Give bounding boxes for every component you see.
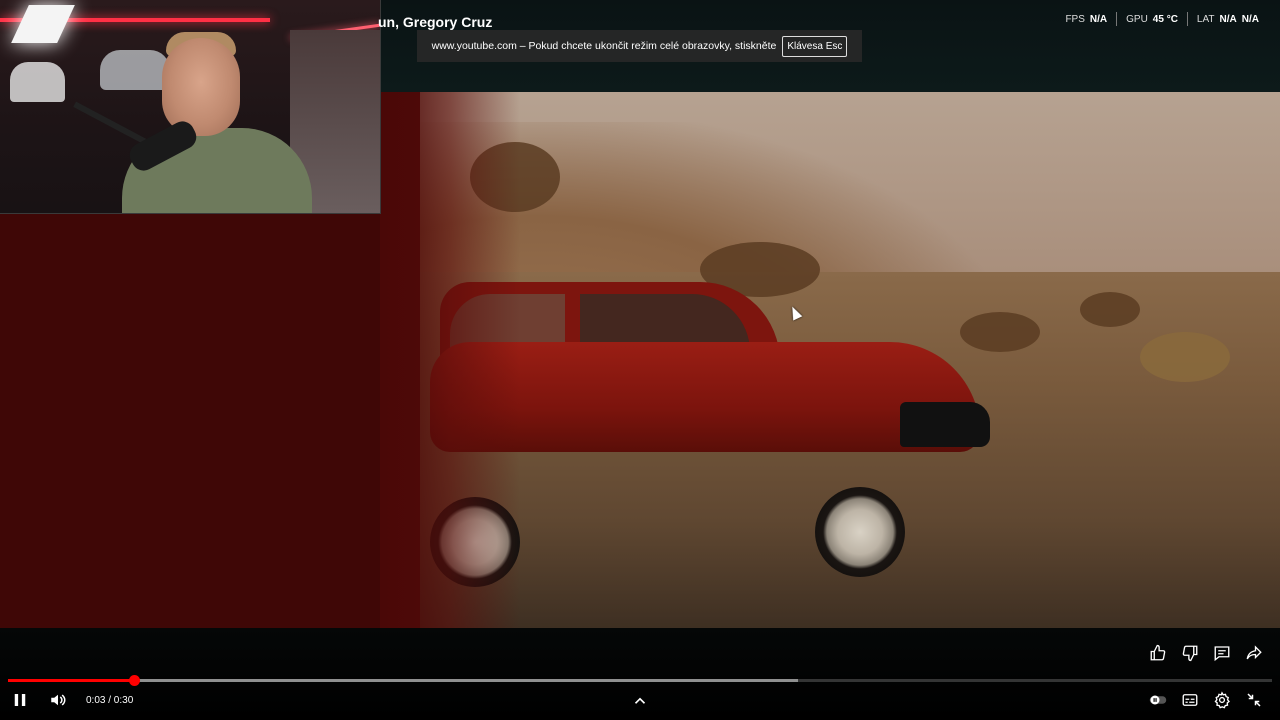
fullscreen-message: www.youtube.com – Pokud chcete ukončit r… xyxy=(431,40,777,52)
scene-bush xyxy=(1080,292,1140,327)
esc-key-hint: Klávesa Esc xyxy=(782,35,848,57)
engagement-actions xyxy=(1148,643,1264,663)
dislike-icon[interactable] xyxy=(1180,643,1200,663)
pause-icon[interactable] xyxy=(10,690,30,710)
exit-fullscreen-icon[interactable] xyxy=(1244,690,1264,710)
video-player[interactable]: un, Gregory Cruz FPS N/A GPU 45 °C LAT N… xyxy=(0,0,1280,720)
fps-stat: FPS N/A xyxy=(1056,14,1116,25)
chevron-up-icon[interactable] xyxy=(630,692,650,710)
volume-icon[interactable] xyxy=(48,690,68,710)
fps-label: FPS xyxy=(1065,13,1085,25)
webcam-overlay xyxy=(0,0,381,214)
like-icon[interactable] xyxy=(1148,643,1168,663)
lat-label: LAT xyxy=(1196,13,1215,25)
gpu-stat: GPU 45 °C xyxy=(1117,14,1187,25)
progress-bar[interactable] xyxy=(8,675,1272,686)
share-icon[interactable] xyxy=(1244,643,1264,663)
ceiling-light xyxy=(11,5,75,43)
lat-value: N/A xyxy=(1219,13,1237,25)
video-title[interactable]: un, Gregory Cruz xyxy=(378,14,492,30)
lat-value-secondary: N/A xyxy=(1241,13,1259,25)
gpu-value: 45 °C xyxy=(1152,13,1178,25)
background-car xyxy=(100,50,170,90)
scene-bush xyxy=(1140,332,1230,382)
progress-played xyxy=(8,679,135,682)
autoplay-toggle-icon[interactable] xyxy=(1148,690,1168,710)
gpu-label: GPU xyxy=(1126,13,1148,25)
time-display: 0:03 / 0:30 xyxy=(86,694,134,706)
controls-left: 0:03 / 0:30 xyxy=(10,690,133,710)
lat-stat: LAT N/A N/A xyxy=(1188,14,1268,25)
comment-icon[interactable] xyxy=(1212,643,1232,663)
red-blur-edge xyxy=(380,92,520,628)
mic-arm xyxy=(73,101,147,145)
car-front-wheel xyxy=(815,487,905,577)
streamer-head xyxy=(162,38,240,136)
controls-right xyxy=(1148,690,1264,710)
car-bumper xyxy=(900,402,990,447)
fullscreen-exit-banner: www.youtube.com – Pokud chcete ukončit r… xyxy=(417,30,862,62)
background-chair xyxy=(10,62,65,102)
performance-overlay: FPS N/A GPU 45 °C LAT N/A N/A xyxy=(1056,12,1268,26)
subtitles-icon[interactable] xyxy=(1180,690,1200,710)
fps-value: N/A xyxy=(1089,13,1108,25)
settings-icon[interactable] xyxy=(1212,690,1232,710)
